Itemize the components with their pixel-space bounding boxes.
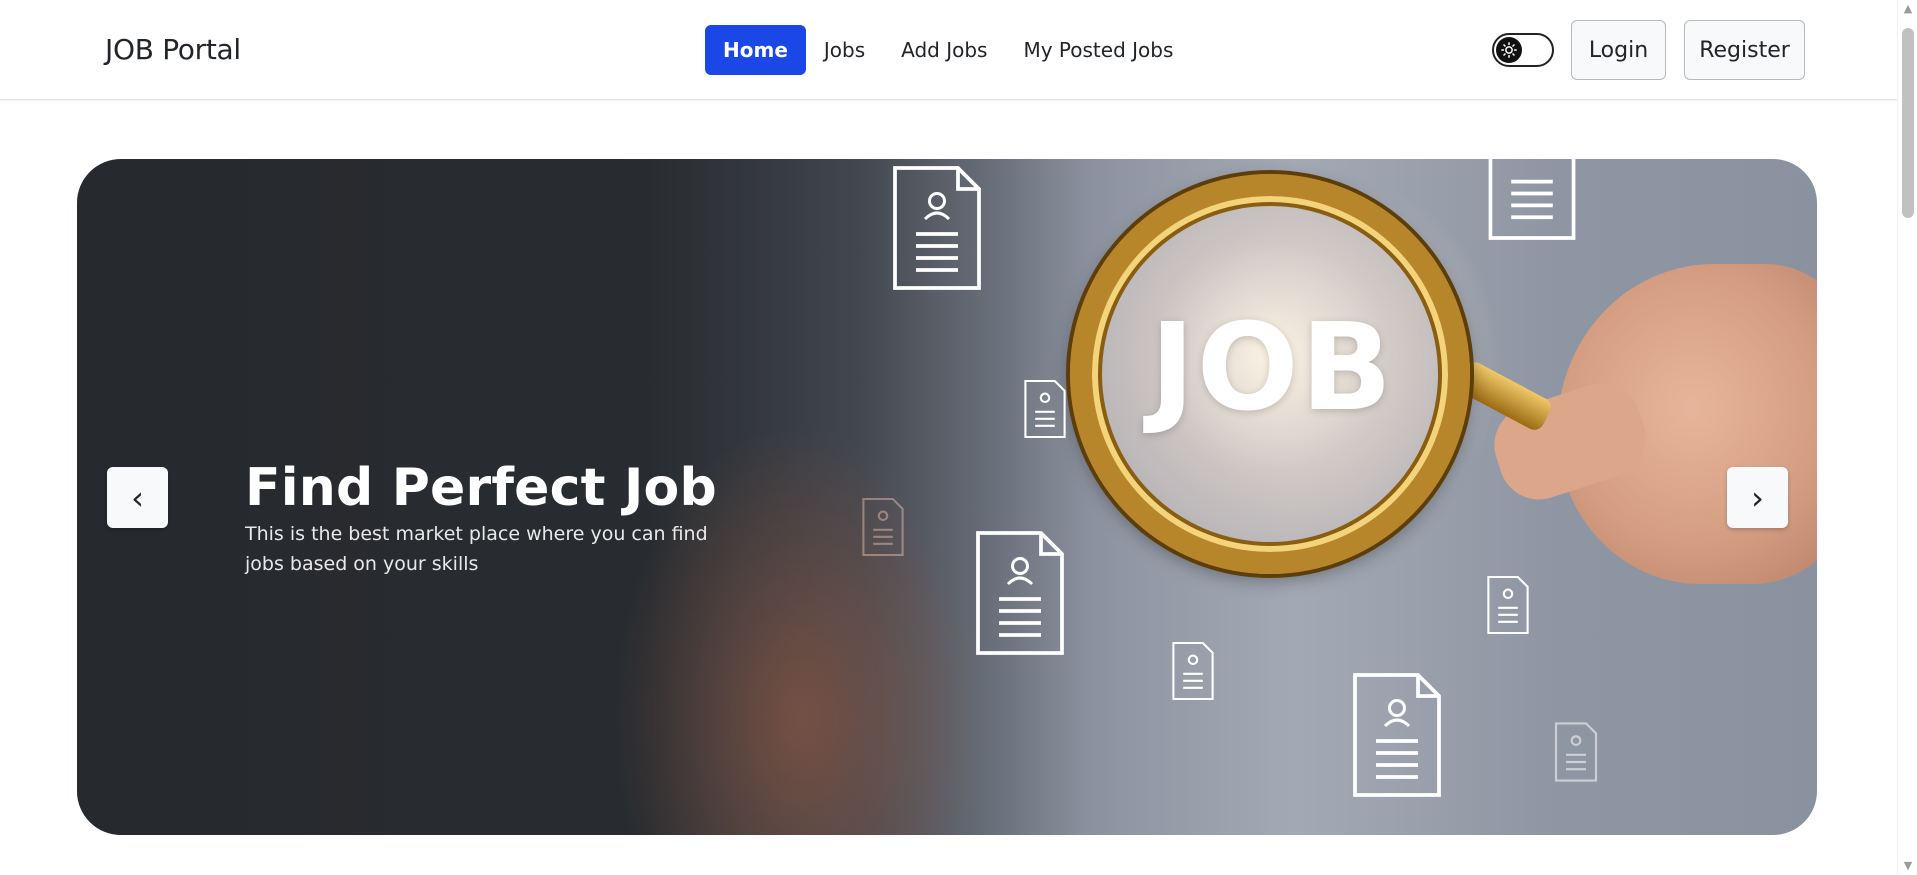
nav-link-home[interactable]: Home: [705, 25, 806, 75]
hero-subtitle: This is the best market place where you …: [245, 523, 708, 575]
carousel-prev-button[interactable]: ‹: [107, 467, 168, 528]
page-scrollbar[interactable]: ▲ ▼: [1897, 0, 1917, 875]
scroll-down-arrow-icon[interactable]: ▼: [1902, 860, 1914, 871]
nav-link-my-posted-jobs[interactable]: My Posted Jobs: [1005, 25, 1191, 75]
hero-image-text: JOB: [1149, 299, 1395, 438]
resume-doc-icon: [1487, 159, 1577, 241]
carousel-next-button[interactable]: ›: [1727, 467, 1788, 528]
navbar: JOB Portal Home Jobs Add Jobs My Posted …: [0, 0, 1897, 100]
brand-logo[interactable]: JOB Portal: [105, 33, 241, 66]
hero-carousel: JOB Find Perfect Job This is the best ma…: [77, 159, 1817, 835]
theme-toggle[interactable]: [1492, 33, 1554, 67]
resume-doc-icon: [975, 529, 1065, 657]
chevron-left-icon: ‹: [131, 478, 144, 517]
resume-doc-icon: [862, 497, 904, 557]
resume-doc-icon: [1554, 722, 1598, 782]
login-button[interactable]: Login: [1571, 20, 1666, 80]
nav-link-add-jobs[interactable]: Add Jobs: [883, 25, 1005, 75]
resume-doc-icon: [1487, 575, 1529, 635]
resume-doc-icon: [1172, 641, 1214, 701]
resume-doc-icon: [1024, 379, 1066, 439]
sun-icon: [1496, 37, 1522, 63]
register-button[interactable]: Register: [1684, 20, 1805, 80]
hero-caption: Find Perfect Job This is the best market…: [245, 457, 725, 579]
scroll-up-arrow-icon[interactable]: ▲: [1902, 3, 1914, 14]
chevron-right-icon: ›: [1751, 478, 1764, 517]
hero-title: Find Perfect Job: [245, 458, 717, 518]
nav-link-jobs[interactable]: Jobs: [806, 25, 883, 75]
nav-links: Home Jobs Add Jobs My Posted Jobs: [705, 25, 1191, 75]
resume-doc-icon: [1352, 671, 1442, 799]
scrollbar-thumb[interactable]: [1902, 28, 1914, 218]
resume-doc-icon: [892, 164, 982, 292]
